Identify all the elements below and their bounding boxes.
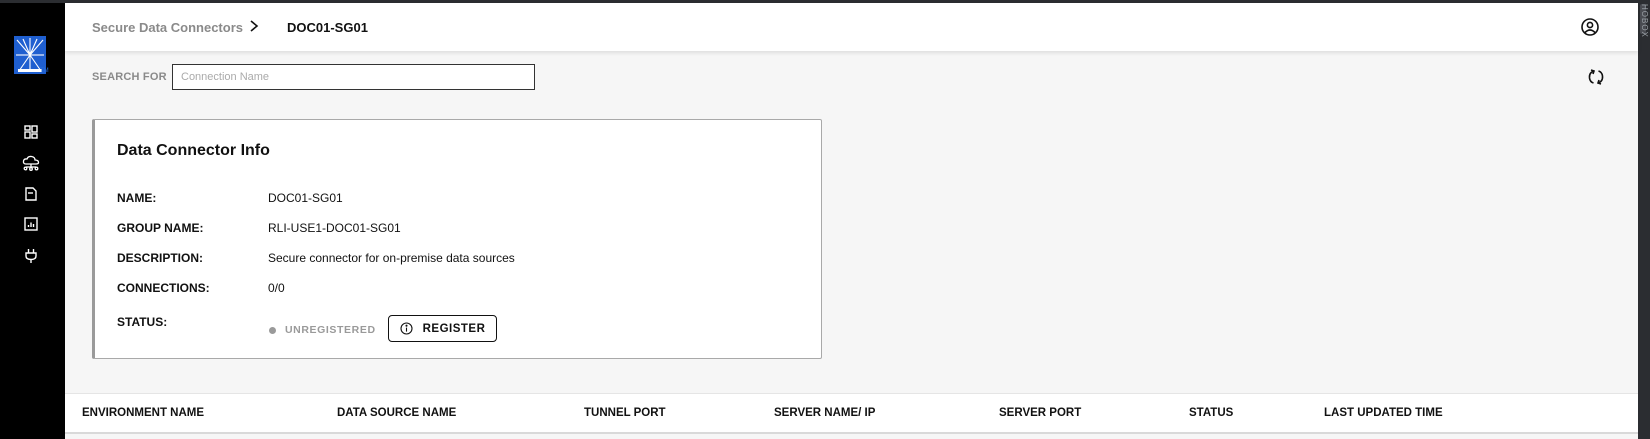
column-environment-name[interactable]: ENVIRONMENT NAME: [82, 407, 204, 419]
search-label: SEARCH FOR: [92, 71, 167, 83]
report-chart-icon[interactable]: [21, 214, 41, 234]
column-status[interactable]: STATUS: [1189, 407, 1233, 419]
chevron-right-icon: [246, 16, 262, 36]
main-content: SEARCH FOR Data Connector Info NAME: DOC…: [65, 51, 1638, 439]
search-input[interactable]: [172, 64, 535, 90]
group-name-label: GROUP NAME:: [117, 221, 204, 235]
register-button-label: REGISTER: [422, 322, 486, 335]
column-server-port[interactable]: SERVER PORT: [999, 407, 1081, 419]
logo-trademark: TM: [40, 68, 49, 74]
column-tunnel-port[interactable]: TUNNEL PORT: [584, 407, 666, 419]
status-dot: [269, 327, 276, 334]
edge-label: HOBOX: [1640, 4, 1649, 38]
info-icon: [400, 322, 413, 335]
card-title: Data Connector Info: [117, 142, 270, 159]
column-server-name-ip[interactable]: SERVER NAME/ IP: [774, 407, 875, 419]
column-data-source-name[interactable]: DATA SOURCE NAME: [337, 407, 456, 419]
header: Secure Data Connectors DOC01-SG01: [65, 3, 1638, 51]
column-last-updated-time[interactable]: LAST UPDATED TIME: [1324, 407, 1443, 419]
plug-icon[interactable]: [21, 246, 41, 266]
cloud-network-icon[interactable]: [21, 153, 41, 173]
dashboard-icon[interactable]: [21, 122, 41, 142]
status-label: STATUS:: [117, 315, 168, 329]
refresh-icon[interactable]: [1586, 67, 1606, 87]
group-name-value: RLI-USE1-DOC01-SG01: [268, 221, 401, 235]
connections-value: 0/0: [268, 281, 285, 295]
document-icon[interactable]: [21, 184, 41, 204]
breadcrumb-current: DOC01-SG01: [287, 20, 368, 35]
breadcrumb-parent-link[interactable]: Secure Data Connectors: [92, 20, 243, 35]
user-account-icon[interactable]: [1580, 17, 1600, 37]
name-value: DOC01-SG01: [268, 191, 343, 205]
description-label: DESCRIPTION:: [117, 251, 204, 265]
register-button[interactable]: REGISTER: [388, 315, 497, 342]
sidebar: TM: [0, 3, 65, 439]
description-value: Secure connector for on-premise data sou…: [268, 251, 515, 265]
connections-table-header: ENVIRONMENT NAME DATA SOURCE NAME TUNNEL…: [65, 393, 1638, 434]
status-badge: UNREGISTERED: [285, 324, 376, 336]
data-connector-info-card: Data Connector Info NAME: DOC01-SG01 GRO…: [92, 119, 822, 359]
name-label: NAME:: [117, 191, 157, 205]
connections-label: CONNECTIONS:: [117, 281, 210, 295]
right-panel-edge: HOBOX: [1638, 0, 1650, 439]
